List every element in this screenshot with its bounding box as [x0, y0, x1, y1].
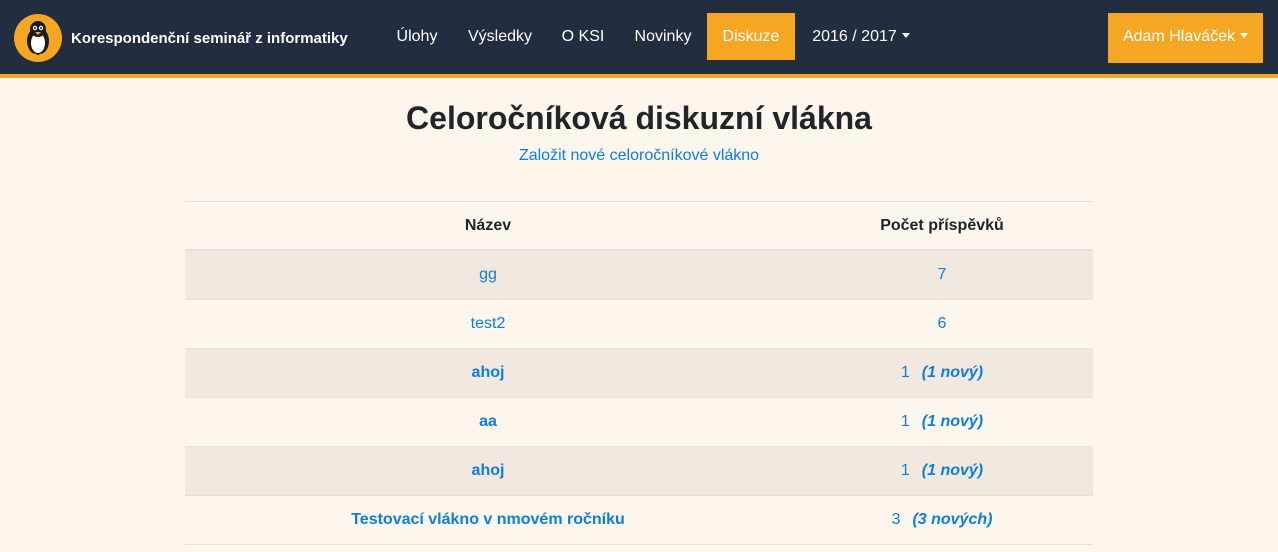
- new-posts-badge[interactable]: (1 nový): [922, 413, 983, 431]
- brand-link[interactable]: Korespondenční seminář z informatiky: [14, 14, 348, 62]
- column-header-count: Počet příspěvků: [880, 216, 1004, 234]
- post-count[interactable]: 6: [938, 315, 947, 333]
- post-count[interactable]: 1: [901, 364, 910, 382]
- year-dropdown[interactable]: 2016 / 2017: [800, 13, 922, 60]
- thread-link[interactable]: gg: [479, 266, 497, 284]
- caret-down-icon: [1240, 33, 1249, 38]
- table-row: gg 7: [185, 251, 1093, 300]
- caret-down-icon: [901, 33, 910, 38]
- page-title: Celoročníková diskuzní vlákna: [406, 100, 872, 136]
- post-count[interactable]: 1: [901, 462, 910, 480]
- nav-item-diskuze[interactable]: Diskuze: [707, 13, 795, 60]
- nav-item-vysledky[interactable]: Výsledky: [456, 13, 544, 60]
- table-row: aa 1 (1 nový): [185, 398, 1093, 447]
- thread-link[interactable]: aa: [479, 413, 497, 431]
- post-count[interactable]: 1: [901, 413, 910, 431]
- user-name: Adam Hlaváček: [1122, 28, 1236, 45]
- thread-link[interactable]: Testovací vlákno v nmovém ročníku: [351, 511, 625, 529]
- new-posts-badge[interactable]: (1 nový): [922, 462, 983, 480]
- penguin-logo-icon: [14, 14, 62, 62]
- brand-name: Korespondenční seminář z informatiky: [71, 29, 348, 47]
- column-header-name: Název: [464, 216, 512, 234]
- new-posts-badge[interactable]: (1 nový): [922, 364, 983, 382]
- table-row: Testovací vlákno v nmovém ročníku 3 (3 no…: [185, 496, 1093, 545]
- new-posts-badge[interactable]: (3 nových): [912, 511, 992, 529]
- nav-item-ulohy[interactable]: Úlohy: [382, 13, 452, 60]
- table-row: test2 6: [185, 300, 1093, 349]
- table-row: ahoj 1 (1 nový): [185, 447, 1093, 496]
- nav-item-o-ksi[interactable]: O KSI: [550, 13, 616, 60]
- table-row: ahoj 1 (1 nový): [185, 349, 1093, 398]
- table-header: Název Počet příspěvků: [185, 201, 1093, 251]
- thread-link[interactable]: ahoj: [472, 364, 505, 382]
- new-thread-link: Založit nové celoročníkové vlákno: [0, 147, 1278, 165]
- year-dropdown-label: 2016 / 2017: [812, 28, 897, 45]
- nav-item-novinky[interactable]: Novinky: [621, 13, 705, 60]
- post-count[interactable]: 7: [938, 266, 947, 284]
- user-menu-button[interactable]: Adam Hlaváček: [1108, 13, 1263, 63]
- thread-link[interactable]: ahoj: [472, 462, 505, 480]
- top-navbar: Korespondenční seminář z informatiky Úlo…: [0, 0, 1278, 78]
- post-count[interactable]: 3: [892, 511, 901, 529]
- new-thread-link-text[interactable]: Založit nové celoročníkové vlákno: [519, 147, 759, 164]
- threads-table: Název Počet příspěvků gg 7 test2 6 ahoj …: [185, 201, 1093, 545]
- thread-link[interactable]: test2: [471, 315, 506, 333]
